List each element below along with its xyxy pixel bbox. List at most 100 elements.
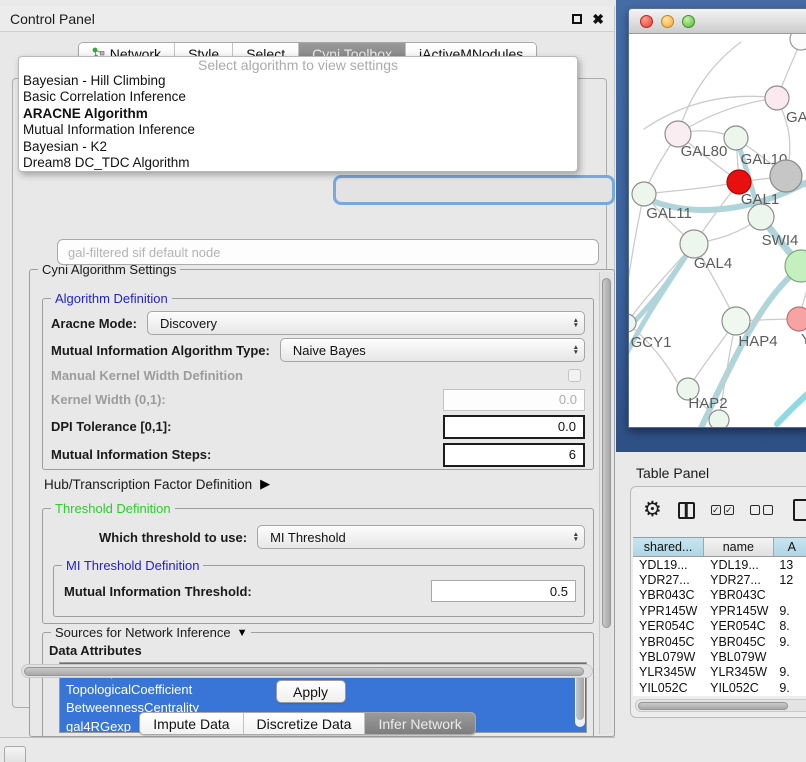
mi-steps-field[interactable]: 6 (443, 443, 585, 467)
manual-kernel-checkbox[interactable] (568, 369, 581, 382)
network-window-titlebar[interactable] (629, 9, 806, 34)
tab-infer-network[interactable]: Infer Network (365, 713, 474, 734)
network-edge[interactable] (644, 182, 739, 194)
algorithm-option-dream8-dc-tdc-algorithm[interactable]: Dream8 DC_TDC Algorithm (19, 155, 577, 171)
column-header-a[interactable]: A (774, 538, 806, 556)
table-panel: ⚙ ✓ ✓ shared...nameA YDL19...YDL19...13Y… (630, 486, 806, 718)
apply-button[interactable]: Apply (276, 680, 346, 703)
combo-spinner-icon: ▲▼ (573, 312, 579, 334)
scrollbar-thumb[interactable] (24, 667, 584, 676)
which-threshold-combo[interactable]: MI Threshold ▲▼ (257, 525, 585, 549)
network-node-gal[interactable] (765, 86, 789, 110)
network-edge[interactable] (777, 379, 806, 424)
column-header-shared[interactable]: shared... (633, 538, 704, 556)
algorithm-option-basic-correlation-inference[interactable]: Basic Correlation Inference (19, 89, 577, 105)
network-node-label: GAL80 (681, 143, 728, 160)
network-canvas[interactable]: GALGAL80GAL10GAL1GAL11SWI4GAL4GCY1HAP4YH… (629, 34, 806, 428)
table-row[interactable]: YBR045CYBR045C9. (633, 634, 806, 649)
network-selection-combo[interactable]: gal-filtered sif default node (57, 239, 599, 265)
close-traffic-light-icon[interactable] (640, 15, 653, 28)
table-row[interactable]: YDL19...YDL19...13 (633, 557, 806, 572)
cyni-toolbox-panel: gal-filtered sif default node Cyni Algor… (12, 78, 607, 708)
mi-threshold-field[interactable]: 0.5 (431, 580, 576, 602)
network-node[interactable] (709, 410, 729, 428)
table-row[interactable]: YLR345WYLR345W9. (633, 665, 806, 680)
tab-infer-network-label: Infer Network (378, 716, 461, 732)
table-settings-gear-icon[interactable]: ⚙ (643, 500, 662, 520)
table-row[interactable]: YPR145WYPR145W9. (633, 603, 806, 618)
network-edge[interactable] (629, 194, 644, 314)
function-builder-icon[interactable] (793, 499, 806, 521)
network-edge[interactable] (629, 244, 694, 374)
network-edge[interactable] (678, 98, 777, 134)
algorithm-option-mutual-information-inference[interactable]: Mutual Information Inference (19, 122, 577, 138)
table-cell: YER054C (704, 619, 773, 634)
table-row[interactable]: YER054CYER054C8. (633, 619, 806, 634)
settings-vertical-scrollbar[interactable] (599, 272, 612, 734)
table-cell (773, 588, 806, 603)
algorithm-definition-group: Algorithm Definition Aracne Mode: Discov… (42, 298, 594, 470)
cyni-mode-tab-bar: Impute Data Discretize Data Infer Network (139, 712, 475, 735)
select-all-icon[interactable]: ✓ ✓ (711, 505, 734, 515)
algorithm-option-aracne-algorithm[interactable]: ARACNE Algorithm (19, 106, 577, 122)
network-node-gal10[interactable] (724, 126, 748, 150)
table-row[interactable]: YBL079WYBL079W (633, 649, 806, 664)
table-cell: YBL079W (633, 649, 704, 664)
algorithm-option-bayesian-hill-climbing[interactable]: Bayesian - Hill Climbing (19, 73, 577, 89)
inference-algorithm-combo[interactable] (333, 175, 615, 205)
scrollbar-thumb[interactable] (638, 702, 788, 710)
close-icon[interactable]: ✖ (592, 14, 604, 24)
mi-threshold-group: MI Threshold Definition Mutual Informati… (53, 565, 585, 617)
dpi-tolerance-field[interactable]: 0.0 (443, 415, 585, 439)
unchecked-box-icon (750, 505, 760, 515)
scrollbar-thumb[interactable] (602, 278, 611, 628)
network-node[interactable] (790, 34, 806, 50)
table-row[interactable]: YBR043CYBR043C (633, 588, 806, 603)
column-header-name[interactable]: name (704, 538, 773, 556)
settings-horizontal-scrollbar[interactable] (21, 664, 593, 678)
expand-right-icon[interactable]: ▶ (260, 476, 270, 492)
network-node-gal4[interactable] (680, 230, 708, 258)
collapse-down-icon[interactable]: ▼ (237, 627, 248, 639)
network-node-label: HAP4 (738, 333, 777, 350)
table-cell: YPR145W (633, 603, 704, 618)
network-node[interactable] (748, 204, 774, 230)
mi-threshold-label: Mutual Information Threshold: (64, 584, 252, 599)
kernel-width-label: Kernel Width (0,1): (51, 392, 166, 407)
zoom-traffic-light-icon[interactable] (682, 15, 695, 28)
table-cell (773, 649, 806, 664)
network-edge[interactable] (629, 244, 694, 323)
algorithm-definition-title: Algorithm Definition (51, 291, 172, 306)
table-horizontal-scrollbar[interactable] (635, 699, 806, 712)
network-node-hap4[interactable] (722, 307, 750, 335)
network-node-gal11[interactable] (632, 182, 656, 206)
mi-type-value: Naive Bayes (293, 343, 366, 358)
network-node[interactable] (770, 160, 802, 192)
network-edge[interactable] (678, 42, 741, 134)
algorithm-select-popup: Select algorithm to view settings Bayesi… (18, 56, 578, 172)
column-layout-icon[interactable] (678, 502, 695, 519)
table-row[interactable]: YIL052CYIL052C9. (633, 680, 806, 695)
network-edge[interactable] (629, 244, 694, 339)
tab-impute-data[interactable]: Impute Data (140, 713, 243, 734)
tab-discretize-data[interactable]: Discretize Data (244, 713, 366, 734)
mi-type-combo[interactable]: Naive Bayes ▲▼ (280, 338, 585, 362)
deselect-all-icon[interactable] (750, 505, 773, 515)
kernel-width-field[interactable]: 0.0 (443, 389, 585, 411)
tab-impute-data-label: Impute Data (153, 716, 229, 732)
algorithm-option-bayesian-k2[interactable]: Bayesian - K2 (19, 139, 577, 155)
table-row[interactable]: YDR27...YDR27...12 (633, 572, 806, 587)
which-threshold-label: Which threshold to use: (99, 530, 247, 545)
table-cell: 9. (773, 603, 806, 618)
hub-definition-expander[interactable]: Hub/Transcription Factor Definition ▶ (44, 476, 270, 492)
float-window-icon[interactable] (572, 14, 582, 24)
aracne-mode-combo[interactable]: Discovery ▲▼ (147, 311, 585, 335)
network-node-y[interactable] (787, 307, 806, 331)
threshold-definition-group: Threshold Definition Which threshold to … (42, 508, 594, 624)
minimize-traffic-light-icon[interactable] (661, 15, 674, 28)
desktop-background: GALGAL80GAL10GAL1GAL11SWI4GAL4GCY1HAP4YH… (616, 0, 806, 452)
table-panel-title: Table Panel (636, 465, 709, 481)
table-cell: YDR27... (633, 572, 704, 587)
network-view-window[interactable]: GALGAL80GAL10GAL1GAL11SWI4GAL4GCY1HAP4YH… (628, 8, 806, 428)
bottom-corner-button[interactable] (4, 746, 26, 762)
